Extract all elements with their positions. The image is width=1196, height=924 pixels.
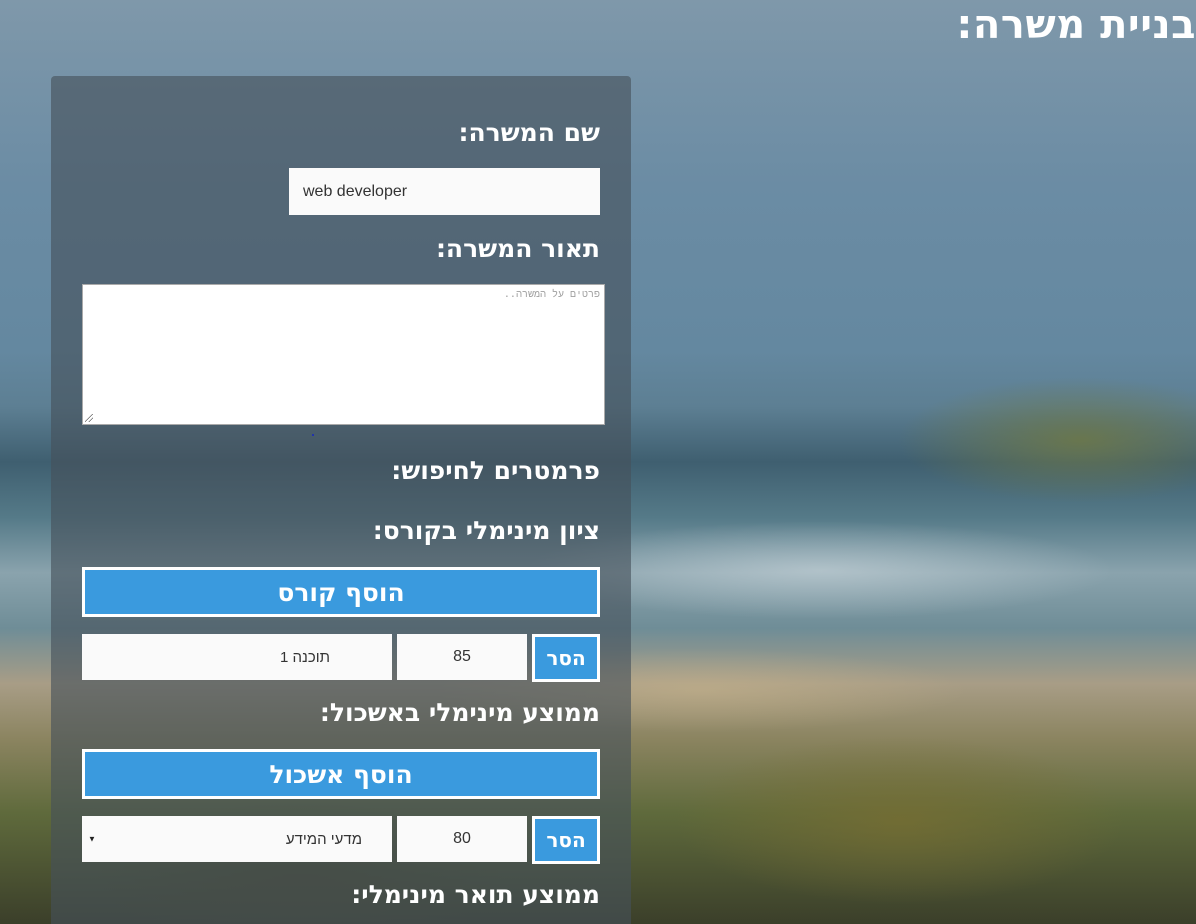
page-title: בניית משרה:	[956, 2, 1196, 48]
course-name-value: תוכנה 1	[280, 648, 330, 666]
job-form-panel: שם המשרה: web developer תאור המשרה: פרטי…	[51, 76, 631, 924]
job-description-textarea[interactable]: פרטים על המשרה..	[82, 284, 605, 425]
search-params-label: פרמטרים לחיפוש:	[391, 456, 600, 485]
remove-course-button[interactable]: הסר	[532, 634, 600, 682]
cluster-select[interactable]: מדעי המידע ▼	[82, 816, 392, 862]
add-cluster-button[interactable]: הוסף אשכול	[82, 749, 600, 799]
course-grade-input[interactable]: 85	[397, 634, 527, 680]
cluster-select-value: מדעי המידע	[285, 830, 362, 848]
course-grade-value: 85	[453, 648, 471, 665]
job-name-label: שם המשרה:	[458, 118, 600, 147]
job-description-placeholder: פרטים על המשרה..	[503, 289, 600, 300]
cluster-grade-value: 80	[453, 830, 471, 847]
resize-grip-icon[interactable]	[85, 414, 93, 422]
course-name-input[interactable]: תוכנה 1	[82, 634, 392, 680]
cursor-dot	[312, 434, 314, 436]
remove-cluster-button[interactable]: הסר	[532, 816, 600, 864]
min-degree-avg-label: ממוצע תואר מינימלי:	[351, 880, 600, 909]
job-description-label: תאור המשרה:	[435, 234, 600, 263]
dropdown-arrow-icon: ▼	[88, 834, 96, 844]
cluster-grade-input[interactable]: 80	[397, 816, 527, 862]
min-cluster-avg-label: ממוצע מינימלי באשכול:	[319, 698, 600, 727]
job-name-input[interactable]: web developer	[289, 168, 600, 215]
job-name-value: web developer	[303, 182, 408, 200]
min-course-grade-label: ציון מינימלי בקורס:	[372, 516, 600, 545]
add-course-button[interactable]: הוסף קורס	[82, 567, 600, 617]
